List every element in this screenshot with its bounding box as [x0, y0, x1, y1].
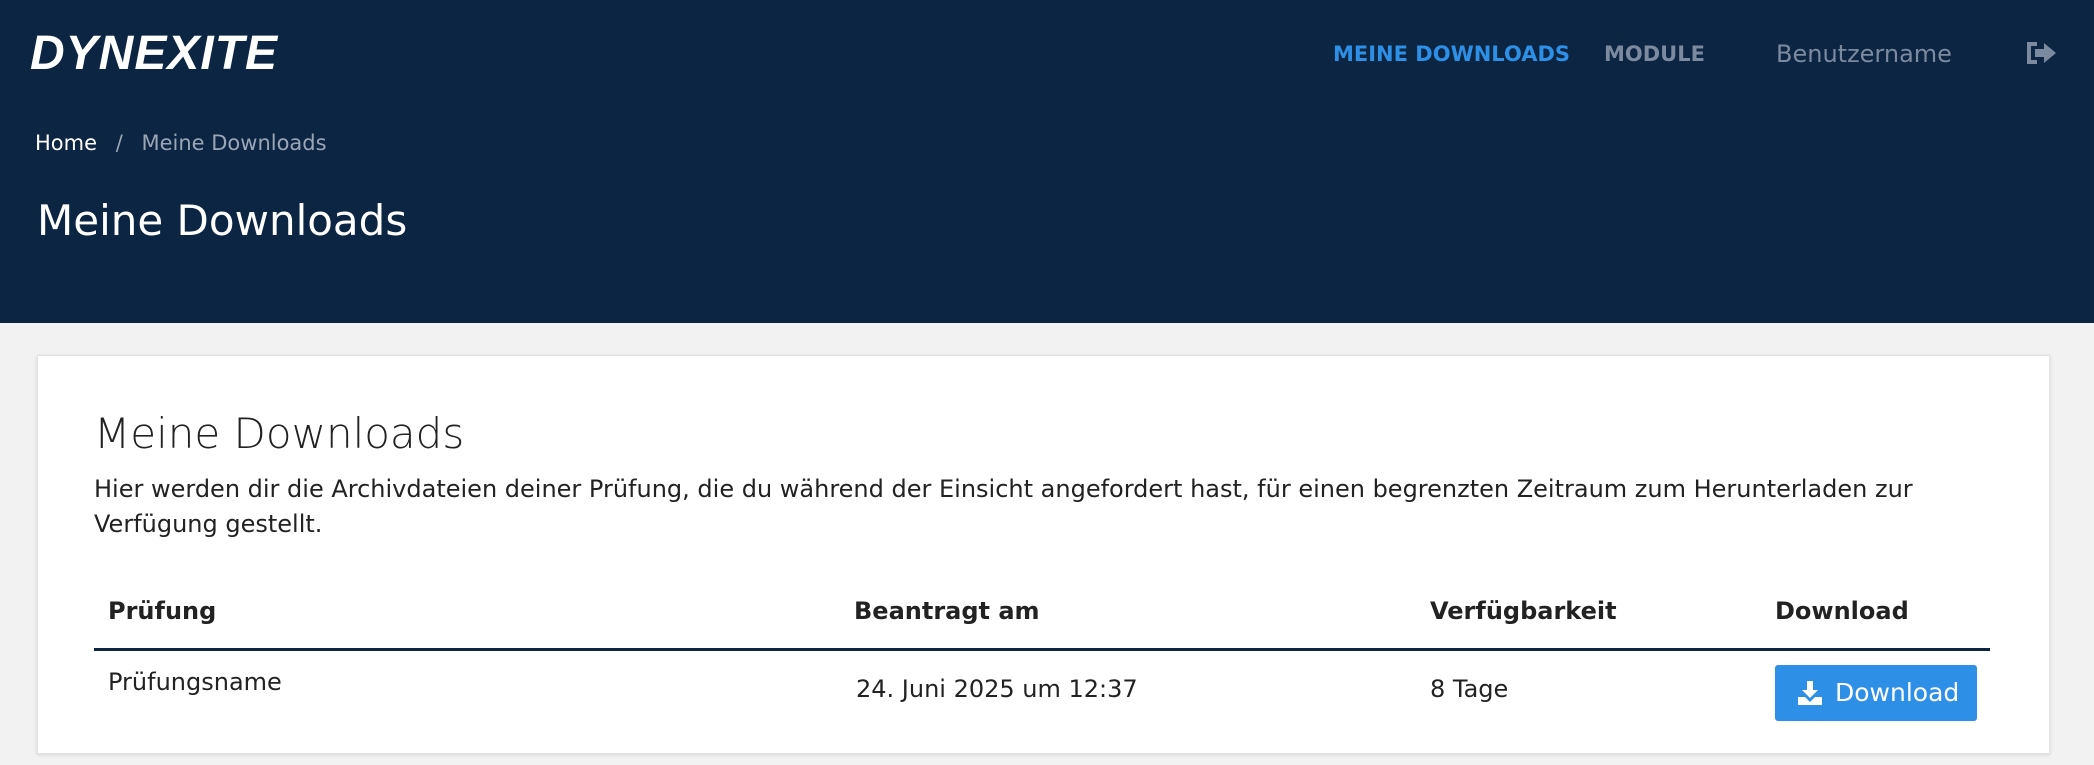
download-icon — [1797, 680, 1823, 706]
cell-availability: 8 Tage — [1430, 675, 1509, 703]
nav-module[interactable]: MODULE — [1604, 38, 1705, 70]
downloads-card: Meine Downloads Hier werden dir die Arch… — [37, 355, 2050, 754]
breadcrumb-home[interactable]: Home — [35, 131, 97, 155]
nav-meine-downloads[interactable]: MEINE DOWNLOADS — [1333, 38, 1570, 70]
column-header-pruefung: Prüfung — [108, 597, 217, 625]
column-header-beantragt: Beantragt am — [854, 597, 1040, 625]
breadcrumb-current: Meine Downloads — [141, 131, 327, 155]
cell-requested-date: 24. Juni 2025 um 12:37 — [856, 675, 1138, 703]
download-button-label: Download — [1835, 678, 1960, 707]
page-header: DYNEXITE MEINE DOWNLOADS MODULE Benutzer… — [0, 0, 2094, 323]
cell-exam-name: Prüfungsname — [108, 668, 282, 696]
breadcrumb-separator: / — [115, 131, 123, 155]
download-button[interactable]: Download — [1775, 665, 1977, 721]
nav-username[interactable]: Benutzername — [1776, 38, 1952, 70]
sign-out-icon[interactable] — [2024, 38, 2058, 68]
column-header-verfuegbarkeit: Verfügbarkeit — [1430, 597, 1617, 625]
card-description: Hier werden dir die Archivdateien deiner… — [94, 475, 1913, 538]
table-header-divider — [94, 648, 1990, 651]
dynexite-logo[interactable]: DYNEXITE — [30, 28, 278, 80]
card-title: Meine Downloads — [94, 409, 465, 458]
breadcrumb: Home / Meine Downloads — [35, 128, 327, 158]
column-header-download: Download — [1775, 597, 1909, 625]
page-title: Meine Downloads — [37, 196, 408, 245]
